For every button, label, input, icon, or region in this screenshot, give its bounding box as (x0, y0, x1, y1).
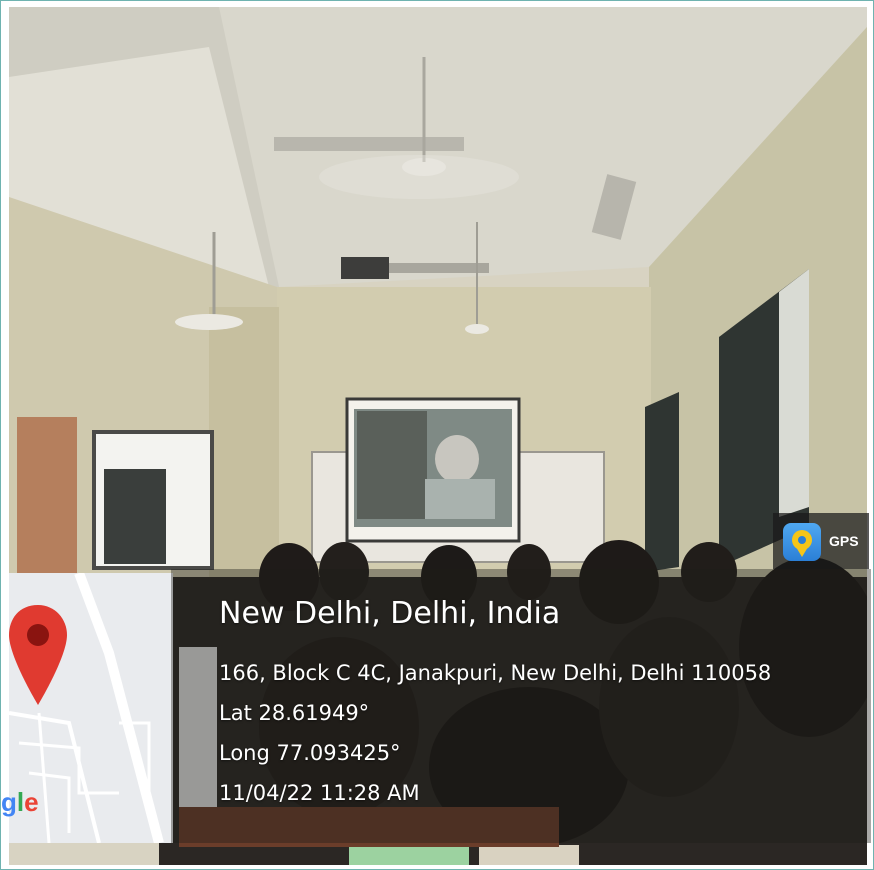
gps-location-icon (783, 523, 821, 561)
map-pin-icon (9, 605, 67, 705)
latitude-readout: Lat 28.61949° (219, 701, 370, 725)
gps-label: GPS (829, 533, 859, 549)
gps-app-badge[interactable]: GPS (773, 513, 869, 569)
google-logo-icon: gle (1, 787, 39, 817)
location-title: New Delhi, Delhi, India (219, 596, 561, 631)
timestamp: 11/04/22 11:28 AM (219, 781, 420, 805)
longitude-readout: Long 77.093425° (219, 741, 401, 765)
street-address: 166, Block C 4C, Janakpuri, New Delhi, D… (219, 661, 772, 685)
photo-frame: gle GPS New Delhi, Delhi, India 166, Blo… (0, 0, 874, 870)
